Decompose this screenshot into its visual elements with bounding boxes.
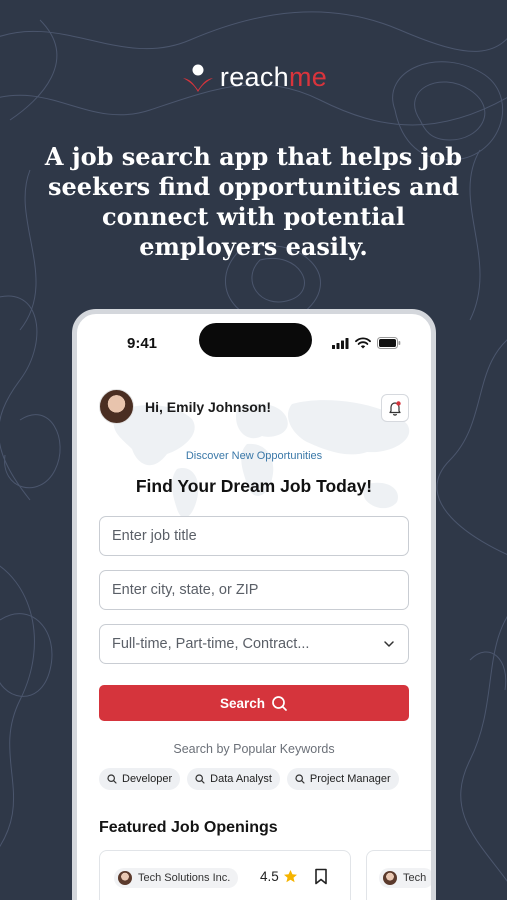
company-badge: Tech Solutions Inc. <box>114 868 239 888</box>
company-badge: Tech <box>379 868 431 888</box>
search-icon <box>195 774 205 784</box>
keyword-chip-developer[interactable]: Developer <box>99 768 181 790</box>
status-time: 9:41 <box>127 335 158 352</box>
rating-value: 4.5 <box>260 869 279 884</box>
status-bar: 9:41 <box>77 314 431 372</box>
company-name: Tech <box>403 872 427 884</box>
company-avatar <box>383 871 397 885</box>
greeting-text: Hi, Emily Johnson! <box>145 398 272 415</box>
keyword-chip-project-manager[interactable]: Project Manager <box>286 768 399 790</box>
keyword-label: Developer <box>122 773 173 785</box>
popular-keywords-label: Search by Popular Keywords <box>173 742 335 756</box>
job-card[interactable]: Tech <box>366 850 431 900</box>
hero-eyebrow: Discover New Opportunities <box>185 450 323 462</box>
brand-logo: reachme <box>0 62 507 93</box>
bell-icon <box>389 401 401 416</box>
company-name: Tech Solutions Inc. <box>138 872 231 884</box>
job-type-select[interactable]: Full-time, Part-time, Contract... <box>99 624 409 664</box>
location-field[interactable] <box>99 570 409 610</box>
headline: A job search app that helps job seekers … <box>44 142 463 261</box>
location-input[interactable] <box>112 582 396 598</box>
job-type-value: Full-time, Part-time, Contract... <box>112 636 310 652</box>
search-button-label: Search <box>219 695 266 711</box>
keyword-label: Project Manager <box>309 773 391 785</box>
wifi-icon <box>355 337 371 349</box>
notification-button[interactable] <box>381 394 409 422</box>
job-rating: 4.5 <box>260 869 298 884</box>
search-icon <box>272 695 287 711</box>
phone-mockup: 9:41 Hi, Emily Johnson! Discover New Opp… <box>72 309 436 900</box>
person-swoosh-icon <box>182 64 213 92</box>
search-icon <box>295 774 305 784</box>
search-button[interactable]: Search <box>99 685 409 721</box>
star-icon <box>283 870 297 883</box>
keyword-chip-data-analyst[interactable]: Data Analyst <box>187 768 280 790</box>
job-title-field[interactable] <box>99 516 409 556</box>
status-icons <box>332 337 401 349</box>
battery-icon <box>377 337 401 349</box>
brand-name: reachme <box>219 62 328 92</box>
bookmark-icon[interactable] <box>314 868 328 885</box>
user-greeting: Hi, Emily Johnson! <box>99 389 271 424</box>
search-icon <box>107 774 117 784</box>
dynamic-island <box>199 323 312 357</box>
signal-icon <box>332 337 349 349</box>
job-title-input[interactable] <box>112 528 396 544</box>
page-title: Find Your Dream Job Today! <box>135 476 373 496</box>
avatar[interactable] <box>99 389 134 424</box>
featured-jobs-title: Featured Job Openings <box>99 819 278 836</box>
company-avatar <box>118 871 132 885</box>
keyword-label: Data Analyst <box>210 773 272 785</box>
keyword-chips: Developer Data Analyst Project Manager <box>99 768 399 790</box>
chevron-down-icon <box>384 641 394 647</box>
job-card[interactable]: Tech Solutions Inc. 4.5 <box>99 850 351 900</box>
